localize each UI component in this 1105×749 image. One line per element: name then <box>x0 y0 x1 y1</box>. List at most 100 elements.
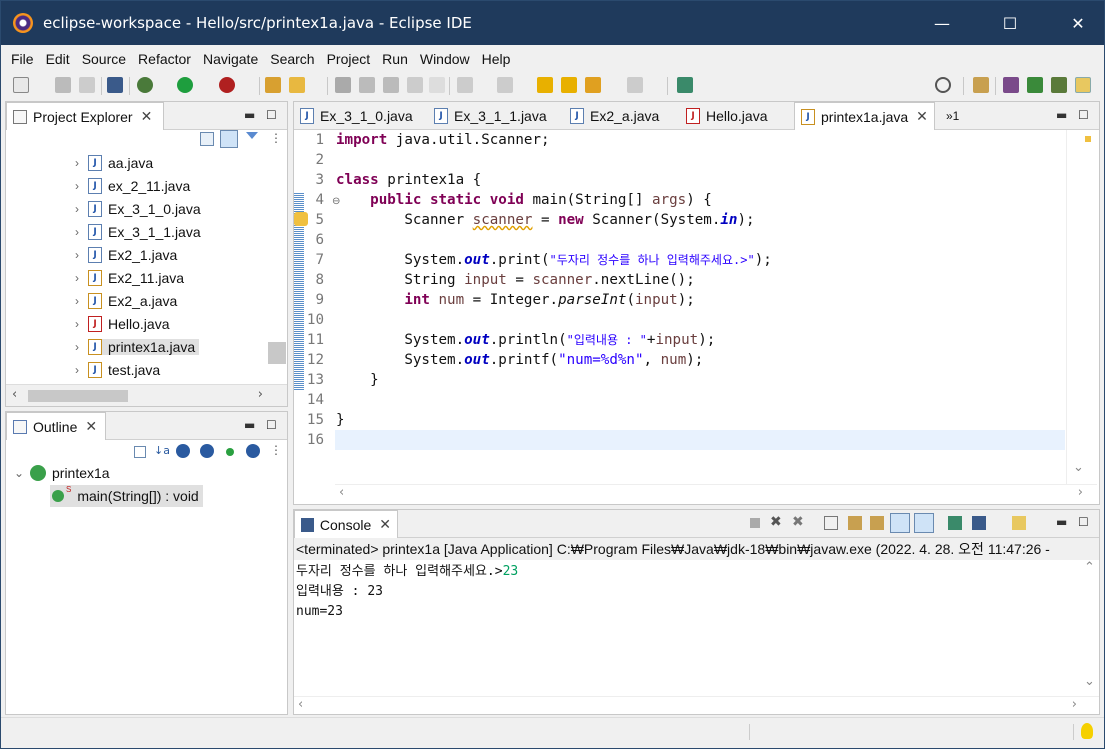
chevron-right-icon[interactable]: › <box>66 363 88 377</box>
view-menu-icon[interactable]: ⋮ <box>270 131 282 145</box>
tree-item[interactable]: › Jaa.java <box>6 152 153 174</box>
java-ee-perspective-icon[interactable] <box>1003 77 1019 93</box>
tree-item[interactable]: › Jex_2_11.java <box>6 175 190 197</box>
tree-item[interactable]: › J Hello.java <box>6 313 169 335</box>
tree-item[interactable]: › J Ex_3_1_1.java <box>6 221 201 243</box>
tab-ex-3-1-1[interactable]: J Ex_3_1_1.java <box>428 102 553 130</box>
prev-annotation-icon[interactable] <box>497 77 513 93</box>
maximize-button[interactable]: ☐ <box>987 1 1033 45</box>
edit-icon[interactable] <box>359 77 375 93</box>
hide-fields-icon[interactable] <box>176 444 190 458</box>
horizontal-scrollbar[interactable]: ‹ › <box>335 484 1097 502</box>
chevron-right-icon[interactable]: › <box>66 340 88 354</box>
close-tab-icon[interactable]: ✕ <box>916 108 928 125</box>
maximize-panel-icon[interactable]: ☐ <box>1078 108 1089 122</box>
collapse-all-icon[interactable] <box>134 446 146 458</box>
tab-project-explorer[interactable]: Project Explorer ✕ <box>6 102 164 130</box>
tab-printex1a[interactable]: Jprintex1a.java ✕ <box>794 102 935 130</box>
tab-outline[interactable]: Outline ✕ <box>6 412 106 440</box>
annotation-icon[interactable] <box>335 77 351 93</box>
close-button[interactable]: ✕ <box>1055 1 1101 45</box>
remove-all-icon[interactable]: ✖ <box>792 514 804 530</box>
minimize-panel-icon[interactable]: ▬ <box>1056 515 1067 529</box>
chevron-right-icon[interactable]: › <box>66 317 88 331</box>
tree-item[interactable]: › Jtest.java <box>6 359 160 381</box>
maximize-panel-icon[interactable]: ☐ <box>1078 515 1089 529</box>
menu-run[interactable]: Run <box>376 51 414 67</box>
tab-console[interactable]: Console ✕ <box>294 510 398 538</box>
word-wrap-icon[interactable] <box>870 516 884 530</box>
tree-item[interactable]: › J Ex2_a.java <box>6 290 177 312</box>
console-output[interactable]: 두자리 정수를 하나 입력해주세요.>23 입력내용 : 23 num=23 <box>294 560 1079 694</box>
tab-overflow-button[interactable]: »1 <box>940 102 965 130</box>
chevron-right-icon[interactable]: › <box>66 294 88 308</box>
vertical-scrollbar[interactable]: ⌃ ⌄ <box>1080 560 1098 694</box>
minimize-panel-icon[interactable]: ▬ <box>1056 108 1067 122</box>
minimize-button[interactable]: — <box>919 1 965 45</box>
remove-launch-icon[interactable]: ✖ <box>770 514 782 530</box>
menu-source[interactable]: Source <box>76 51 132 67</box>
vertical-scrollbar[interactable]: ⌄ <box>1066 130 1098 484</box>
show-on-stdout-icon[interactable] <box>890 513 910 533</box>
last-edit-icon[interactable] <box>537 77 553 93</box>
back-icon[interactable] <box>585 77 601 93</box>
menu-refactor[interactable]: Refactor <box>132 51 197 67</box>
tab-hello[interactable]: J Hello.java <box>680 102 773 130</box>
run-external-icon[interactable] <box>219 77 235 93</box>
hide-local-types-icon[interactable] <box>246 444 260 458</box>
menu-help[interactable]: Help <box>476 51 517 67</box>
scroll-lock-icon[interactable] <box>848 516 862 530</box>
menu-project[interactable]: Project <box>321 51 377 67</box>
tree-item[interactable]: › J Ex2_1.java <box>6 244 177 266</box>
maximize-panel-icon[interactable]: ☐ <box>266 418 277 432</box>
chevron-right-icon[interactable]: › <box>66 156 88 170</box>
maximize-panel-icon[interactable]: ☐ <box>266 108 277 122</box>
tab-ex-3-1-0[interactable]: J Ex_3_1_0.java <box>294 102 419 130</box>
outline-class-item[interactable]: ⌄ printex1a <box>6 462 110 484</box>
filter-icon[interactable] <box>246 132 258 146</box>
tree-item[interactable]: › J Ex2_11.java <box>6 267 184 289</box>
debug-perspective-icon[interactable] <box>1051 77 1067 93</box>
block-icon[interactable] <box>383 77 399 93</box>
new-icon[interactable] <box>13 77 29 93</box>
lightbulb-icon[interactable] <box>1081 723 1093 739</box>
save-icon[interactable] <box>55 77 71 93</box>
menu-file[interactable]: File <box>5 51 40 67</box>
chevron-down-icon[interactable]: ⌄ <box>8 466 30 480</box>
terminal-icon[interactable] <box>107 77 123 93</box>
tab-ex2-a[interactable]: J Ex2_a.java <box>564 102 665 130</box>
close-tab-icon[interactable]: ✕ <box>141 108 153 125</box>
sort-icon[interactable]: ↓a <box>154 444 170 457</box>
open-type-icon[interactable] <box>265 77 281 93</box>
chevron-right-icon[interactable]: › <box>66 179 88 193</box>
run-icon[interactable] <box>177 77 193 93</box>
open-console-icon[interactable] <box>1012 516 1026 530</box>
minimize-panel-icon[interactable]: ▬ <box>244 418 255 432</box>
display-console-icon[interactable] <box>972 516 986 530</box>
clear-console-icon[interactable] <box>824 516 838 530</box>
save-all-icon[interactable] <box>79 77 95 93</box>
java-perspective-icon[interactable] <box>1075 77 1091 93</box>
debug-icon[interactable] <box>137 77 153 93</box>
pilcrow-icon[interactable] <box>429 77 445 93</box>
pin-console-icon[interactable] <box>948 516 962 530</box>
chevron-right-icon[interactable]: › <box>66 202 88 216</box>
search-icon[interactable] <box>935 77 951 93</box>
chevron-right-icon[interactable]: › <box>66 225 88 239</box>
vertical-scrollbar[interactable] <box>268 342 286 364</box>
menu-window[interactable]: Window <box>414 51 476 67</box>
code-area[interactable]: 1 import java.util.Scanner; 2 3 class prin… <box>294 130 1065 480</box>
horizontal-scrollbar[interactable]: ‹ › <box>294 696 1099 714</box>
hide-nonpublic-icon[interactable] <box>226 448 234 456</box>
forward-edit-icon[interactable] <box>561 77 577 93</box>
minimize-panel-icon[interactable]: ▬ <box>244 108 255 122</box>
outline-method-item[interactable]: S main(String[]) : void <box>50 485 203 507</box>
chevron-right-icon[interactable]: › <box>66 271 88 285</box>
close-tab-icon[interactable]: ✕ <box>85 418 97 435</box>
link-editor-icon[interactable] <box>220 130 238 148</box>
tree-item[interactable]: › J Ex_3_1_0.java <box>6 198 201 220</box>
hide-static-icon[interactable] <box>200 444 214 458</box>
search-tool-icon[interactable] <box>289 77 305 93</box>
git-perspective-icon[interactable] <box>1027 77 1043 93</box>
menu-edit[interactable]: Edit <box>40 51 76 67</box>
